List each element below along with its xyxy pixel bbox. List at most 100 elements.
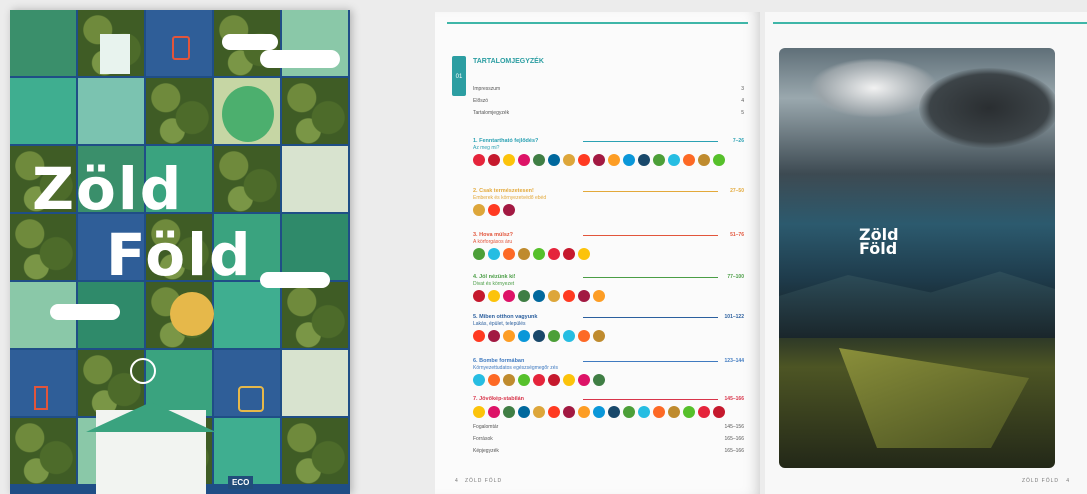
chapter-entry: 1. Fenntartható fejlődés? 7–26 Az meg mi? [473, 138, 744, 166]
toc-entry-page: 165–166 [724, 448, 744, 454]
chapter-subtitle: Lakás, épület, település [473, 321, 526, 327]
sdg-goal-icon [488, 204, 500, 216]
chapter-entry: 7. Jövőkép-stabilán 145–166 [473, 396, 744, 418]
page-footer: ZÖLD FÖLD [1021, 478, 1059, 484]
toc-heading: TARTALOMJEGYZÉK [473, 58, 544, 65]
page-number: 4 [455, 478, 458, 484]
sdg-goal-icon [503, 154, 515, 166]
sdg-goal-icon [488, 154, 500, 166]
sdg-goal-icon [533, 154, 545, 166]
sdg-goal-icon [533, 374, 545, 386]
sdg-goal-icon [608, 406, 620, 418]
sdg-goal-icon [638, 154, 650, 166]
cloud-illustration [260, 50, 340, 68]
sdg-goal-icon [518, 406, 530, 418]
sdg-goal-icon [488, 248, 500, 260]
photo-title-line2: Föld [859, 239, 898, 258]
chapter-entry: 3. Hova múlsz? 51–76 A körforgásos áru [473, 232, 744, 260]
sdg-icon-row [473, 154, 725, 166]
sdg-goal-icon [578, 374, 590, 386]
sdg-goal-icon [683, 406, 695, 418]
toc-entry: Képjegyzék 165–166 [473, 448, 744, 454]
sdg-goal-icon [668, 154, 680, 166]
cover-tile [10, 10, 76, 76]
toc-entry-page: 5 [741, 110, 744, 116]
sdg-icon-row [473, 204, 515, 216]
toc-entry: Tartalomjegyzék 5 [473, 110, 744, 116]
chapter-entry: 6. Bombe formában 123–144 Környezettudatos… [473, 358, 744, 386]
sdg-icon-row [473, 248, 590, 260]
sdg-goal-icon [473, 248, 485, 260]
chapter-rule [583, 399, 718, 400]
mountain-ridge [779, 271, 1055, 338]
sdg-goal-icon [713, 406, 725, 418]
sdg-goal-icon [518, 154, 530, 166]
cover-tile [214, 418, 280, 484]
mountain-photo: Zöld Föld [779, 48, 1055, 468]
sdg-goal-icon [698, 406, 710, 418]
sdg-goal-icon [548, 374, 560, 386]
sdg-goal-icon [668, 406, 680, 418]
sdg-goal-icon [548, 248, 560, 260]
sdg-goal-icon [563, 248, 575, 260]
book-icon: 01 [452, 56, 466, 96]
toc-entry: Előszó 4 [473, 98, 744, 104]
sdg-icon-row [473, 374, 605, 386]
sdg-goal-icon [518, 290, 530, 302]
toc-entry: Impresszum 3 [473, 86, 744, 92]
sdg-goal-icon [473, 406, 485, 418]
toc-entry-label: Tartalomjegyzék [473, 110, 510, 116]
sdg-goal-icon [593, 290, 605, 302]
cover-tile [282, 78, 348, 144]
chapter-rule [583, 191, 718, 192]
toc-entry: Források 165–166 [473, 436, 744, 442]
sdg-goal-icon [713, 154, 725, 166]
sdg-goal-icon [488, 406, 500, 418]
sdg-goal-icon [503, 204, 515, 216]
hourglass-icon [34, 386, 48, 410]
chapter-subtitle: Divat és környezet [473, 281, 515, 287]
cover-title-line1: Zöld [32, 155, 184, 223]
chapter-subtitle: Emberek és környezetvédő ebéd [473, 195, 547, 201]
photo-title: Zöld Föld [859, 227, 899, 258]
sdg-goal-icon [698, 154, 710, 166]
chapter-subtitle: Az meg mi? [473, 145, 500, 151]
chapter-subtitle: Környezettudatos egészségmegőr zés [473, 365, 559, 371]
toc-entry-label: Képjegyzék [473, 448, 499, 454]
chapter-rule [583, 235, 718, 236]
cover-tile [282, 146, 348, 212]
sdg-goal-icon [563, 374, 575, 386]
sdg-goal-icon [488, 330, 500, 342]
magazine-cover: Zöld Föld ECO [10, 10, 350, 494]
sdg-goal-icon [473, 374, 485, 386]
eco-badge: ECO [228, 476, 254, 489]
sdg-goal-icon [593, 374, 605, 386]
toc-entry-page: 145–156 [724, 424, 744, 430]
sdg-goal-icon [593, 154, 605, 166]
cover-tile [282, 214, 348, 280]
chapter-pages: 7–26 [732, 138, 744, 144]
sdg-goal-icon [563, 406, 575, 418]
sdg-goal-icon [548, 330, 560, 342]
valley [839, 348, 1029, 448]
sdg-goal-icon [608, 154, 620, 166]
leaf-hands-icon [238, 386, 264, 412]
sdg-goal-icon [548, 290, 560, 302]
chapter-entry: 5. Miben otthon vagyunk 101–122 Lakás, épü… [473, 314, 744, 342]
cover-tile [10, 78, 76, 144]
house-illustration [100, 34, 130, 74]
sdg-goal-icon [578, 290, 590, 302]
toc-entry-label: Impresszum [473, 86, 501, 92]
chapter-subtitle: A körforgásos áru [473, 239, 513, 245]
toc-entry-page: 3 [741, 86, 744, 92]
toc-entry-label: Fogalomtár [473, 424, 499, 430]
sdg-goal-icon [473, 154, 485, 166]
cover-tile [78, 78, 144, 144]
chapter-entry: 2. Csak természetesen! 27–50 Emberek és kö… [473, 188, 744, 216]
sdg-goal-icon [473, 330, 485, 342]
cloud-illustration [222, 34, 278, 50]
sdg-goal-icon [503, 406, 515, 418]
sdg-goal-icon [518, 330, 530, 342]
sdg-goal-icon [503, 330, 515, 342]
chapter-rule [583, 277, 718, 278]
